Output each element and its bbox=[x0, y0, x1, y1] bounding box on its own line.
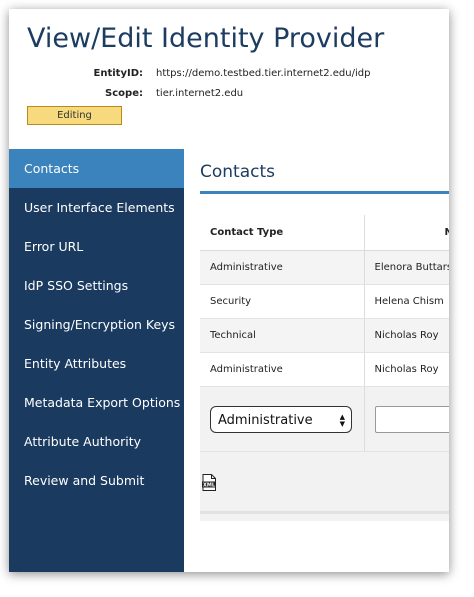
sidebar-item-label: Metadata Export Options bbox=[24, 395, 181, 410]
table-cell-contact-type: Administrative bbox=[200, 250, 365, 285]
sidebar-item-contacts[interactable]: Contacts bbox=[9, 149, 184, 188]
sidebar-item-label: Review and Submit bbox=[24, 473, 145, 488]
table-cell-contact-type: Security bbox=[200, 284, 365, 319]
page-title: View/Edit Identity Provider bbox=[27, 23, 385, 54]
status-badge: Editing bbox=[27, 106, 122, 125]
section-bottom-divider bbox=[200, 511, 449, 514]
section-title: Contacts bbox=[200, 162, 275, 182]
contact-type-select[interactable]: Administrative ▲ ▼ bbox=[210, 405, 352, 433]
app-window: View/Edit Identity Provider EntityID: ht… bbox=[9, 9, 449, 572]
sidebar-item-signing-encryption-keys[interactable]: Signing/Encryption Keys bbox=[9, 305, 184, 344]
entity-id-label: EntityID: bbox=[93, 68, 143, 79]
sidebar-item-error-url[interactable]: Error URL bbox=[9, 227, 184, 266]
table-cell-name: Nicholas Roy bbox=[364, 352, 449, 387]
svg-text:XML: XML bbox=[203, 482, 216, 488]
sidebar-item-metadata-export-options[interactable]: Metadata Export Options bbox=[9, 383, 184, 422]
main-panel: Contacts Contact Type N Administrative E… bbox=[184, 149, 449, 572]
scope-value: tier.internet2.edu bbox=[156, 88, 244, 99]
sidebar-item-idp-sso-settings[interactable]: IdP SSO Settings bbox=[9, 266, 184, 305]
scope-label: Scope: bbox=[105, 88, 143, 99]
sidebar-item-label: Error URL bbox=[24, 239, 84, 254]
contact-type-select-value: Administrative bbox=[218, 412, 313, 428]
sidebar-item-attribute-authority[interactable]: Attribute Authority bbox=[9, 422, 184, 461]
table-row: Security Helena Chism bbox=[200, 284, 449, 319]
contacts-table: Contact Type N Administrative Elenora Bu… bbox=[200, 215, 449, 452]
select-arrows-icon: ▲ ▼ bbox=[339, 412, 345, 428]
sidebar-item-label: IdP SSO Settings bbox=[24, 278, 129, 293]
sidebar-item-entity-attributes[interactable]: Entity Attributes bbox=[9, 344, 184, 383]
sidebar-item-user-interface-elements[interactable]: User Interface Elements bbox=[9, 188, 184, 227]
xml-file-icon[interactable]: XML bbox=[202, 474, 216, 491]
sidebar-item-label: Entity Attributes bbox=[24, 356, 127, 371]
table-cell-contact-type: Technical bbox=[200, 318, 365, 353]
table-cell-name: Elenora Buttars bbox=[364, 250, 449, 285]
sidebar-item-label: Signing/Encryption Keys bbox=[24, 317, 176, 332]
column-header-name: N bbox=[364, 215, 449, 251]
table-row: Administrative Elenora Buttars bbox=[200, 250, 449, 285]
sidebar: Contacts User Interface Elements Error U… bbox=[9, 149, 184, 572]
table-cell-contact-type: Administrative bbox=[200, 352, 365, 387]
table-row: Administrative Nicholas Roy bbox=[200, 352, 449, 387]
section-divider bbox=[200, 191, 449, 194]
sidebar-item-review-and-submit[interactable]: Review and Submit bbox=[9, 461, 184, 500]
column-header-contact-type: Contact Type bbox=[200, 215, 365, 251]
entity-id-value: https://demo.testbed.tier.internet2.edu/… bbox=[156, 68, 371, 79]
table-cell-name: Helena Chism bbox=[364, 284, 449, 319]
sidebar-item-label: Contacts bbox=[24, 161, 80, 176]
sidebar-item-label: Attribute Authority bbox=[24, 434, 142, 449]
sidebar-item-label: User Interface Elements bbox=[24, 200, 175, 215]
table-row: Technical Nicholas Roy bbox=[200, 318, 449, 353]
table-cell-name: Nicholas Roy bbox=[364, 318, 449, 353]
contacts-table-container: Contact Type N Administrative Elenora Bu… bbox=[200, 215, 449, 521]
new-contact-row: Administrative ▲ ▼ bbox=[200, 386, 449, 452]
contact-name-input[interactable] bbox=[374, 405, 449, 433]
